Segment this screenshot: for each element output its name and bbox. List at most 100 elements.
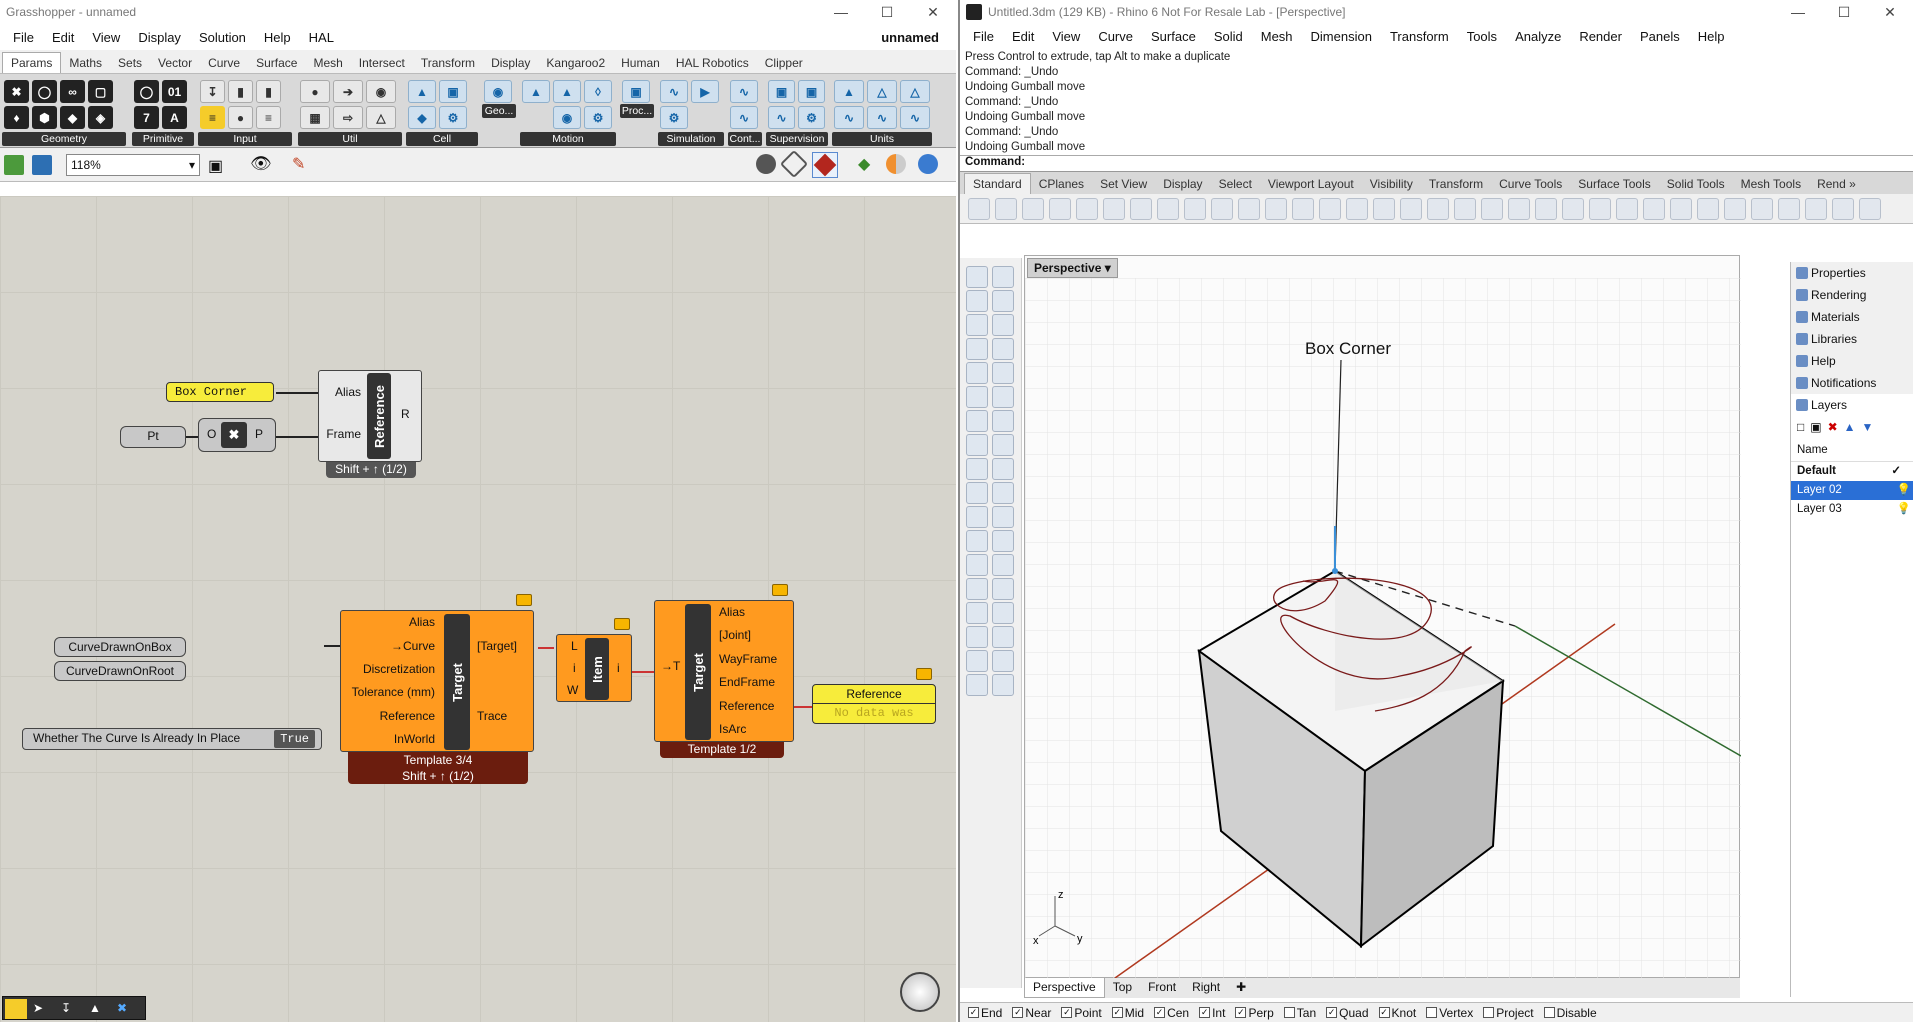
osnap-project[interactable]: Project — [1483, 1006, 1534, 1020]
maximize-icon[interactable]: ☐ — [1821, 0, 1867, 24]
grid-snap-icon[interactable] — [1481, 197, 1503, 220]
rh-menu-mesh[interactable]: Mesh — [1252, 29, 1302, 44]
tab-select[interactable]: Select — [1211, 174, 1260, 194]
analysis-icon[interactable] — [992, 602, 1014, 624]
tab-transform[interactable]: Transform — [1421, 174, 1491, 194]
sphere-c-icon[interactable] — [1697, 197, 1719, 220]
ref-output-r[interactable]: R — [401, 407, 410, 421]
widget-a-icon[interactable] — [5, 999, 27, 1019]
group-label[interactable]: Primitive — [132, 132, 194, 146]
list-item-component[interactable]: L i W Item i — [556, 634, 632, 702]
osnap-knot[interactable]: ✓ Knot — [1378, 1006, 1416, 1020]
text-icon[interactable]: A — [162, 106, 187, 129]
group-label[interactable]: Supervision — [766, 132, 828, 146]
select-arrow-icon[interactable] — [966, 266, 988, 288]
checkbox-icon[interactable]: ✓ — [1199, 1007, 1211, 1018]
motion-d-icon[interactable]: ◉ — [553, 106, 581, 129]
target2-output-endframe[interactable]: EndFrame — [719, 675, 775, 689]
units-e-icon[interactable]: ∿ — [867, 106, 897, 129]
ellipse-icon[interactable] — [992, 314, 1014, 336]
tab-cplanes[interactable]: CPlanes — [1031, 174, 1092, 194]
canvas-compass-icon[interactable] — [900, 972, 940, 1012]
material-icon[interactable] — [886, 154, 906, 174]
cylinder-icon[interactable] — [966, 434, 988, 456]
osnap-end[interactable]: ✓ End — [968, 1006, 1002, 1020]
undo-view-icon[interactable] — [1373, 197, 1395, 220]
zoom-dropdown[interactable]: 118% ▾ — [66, 154, 200, 176]
xy-output-p[interactable]: P — [255, 427, 263, 441]
bulb-icon[interactable] — [1535, 197, 1557, 220]
rotate-icon[interactable] — [992, 530, 1014, 552]
ref-input-alias[interactable]: Alias — [335, 385, 361, 399]
rectangle-icon[interactable] — [992, 338, 1014, 360]
perspective-viewport[interactable]: Perspective ▾ Box Corner z y x — [1024, 255, 1741, 979]
vtab-perspective[interactable]: Perspective — [1024, 978, 1105, 998]
tab-vector[interactable]: Vector — [150, 53, 200, 73]
undo-icon[interactable] — [1184, 197, 1206, 220]
osnap-perp[interactable]: ✓ Perp — [1235, 1006, 1274, 1020]
check-icon[interactable] — [992, 650, 1014, 672]
target-input-discretization[interactable]: Discretization — [363, 662, 435, 676]
polygon-icon[interactable] — [966, 362, 988, 384]
gh-doc-name[interactable]: unnamed — [872, 30, 948, 45]
bake-icon[interactable]: ◆ — [858, 154, 870, 174]
group-icon[interactable] — [992, 506, 1014, 528]
toggle-icon[interactable]: ▮ — [256, 80, 281, 103]
units-f-icon[interactable]: ∿ — [900, 106, 930, 129]
mesh-icon[interactable] — [992, 434, 1014, 456]
panel-libraries[interactable]: Libraries — [1791, 328, 1913, 350]
checkbox-icon[interactable] — [1543, 1007, 1555, 1018]
text-icon[interactable] — [966, 554, 988, 576]
tab-mesh[interactable]: Mesh — [305, 53, 350, 73]
print-icon[interactable] — [1049, 197, 1071, 220]
target-input-reference[interactable]: Reference — [380, 709, 435, 723]
rh-menu-render[interactable]: Render — [1570, 29, 1631, 44]
group-label[interactable]: Geometry — [2, 132, 126, 146]
zoom-window-icon[interactable] — [1292, 197, 1314, 220]
checkbox-icon[interactable]: ✓ — [1326, 1007, 1338, 1018]
target-input-alias[interactable]: Alias — [409, 615, 435, 629]
curve-drawn-on-root-param[interactable]: CurveDrawnOnRoot — [54, 661, 186, 681]
layer-visible-icon[interactable]: 💡 — [1897, 500, 1911, 519]
checkbox-icon[interactable]: ✓ — [1012, 1007, 1024, 1018]
close-icon[interactable]: ✕ — [1867, 0, 1913, 24]
target-input-curve[interactable]: →Curve — [391, 639, 435, 653]
sphere-a-icon[interactable] — [1643, 197, 1665, 220]
rh-menu-surface[interactable]: Surface — [1142, 29, 1205, 44]
panel-rendering[interactable]: Rendering — [1791, 284, 1913, 306]
tab-display[interactable]: Display — [483, 53, 538, 73]
zoom-selected-icon[interactable] — [1346, 197, 1368, 220]
gh-canvas[interactable]: Box Corner Pt O ✖ P Alias Frame Referenc… — [0, 196, 956, 1022]
osnap-point[interactable]: ✓ Point — [1061, 1006, 1102, 1020]
surface-icon[interactable] — [966, 386, 988, 408]
new-layer-icon[interactable]: □ — [1797, 420, 1804, 434]
open-icon[interactable] — [995, 197, 1017, 220]
osnap-vertex[interactable]: Vertex — [1426, 1006, 1473, 1020]
slider-icon[interactable]: ▮ — [228, 80, 253, 103]
tab-solid-tools[interactable]: Solid Tools — [1659, 174, 1733, 194]
toggle-value[interactable]: True — [274, 730, 315, 748]
tab-sets[interactable]: Sets — [110, 53, 150, 73]
widget-e-icon[interactable]: ✖ — [117, 1001, 127, 1015]
pan-icon[interactable] — [1211, 197, 1233, 220]
units-c-icon[interactable]: △ — [900, 80, 930, 103]
osnap-disable[interactable]: Disable — [1543, 1006, 1597, 1020]
curve-param-icon[interactable]: ∞ — [60, 80, 85, 103]
checkbox-icon[interactable]: ✓ — [1061, 1007, 1073, 1018]
boolean-icon[interactable]: ◯ — [134, 80, 159, 103]
target-component[interactable]: Alias →Curve Discretization Tolerance (m… — [340, 610, 534, 752]
xy-plane-component[interactable]: O ✖ P — [198, 418, 276, 452]
box-icon[interactable] — [966, 410, 988, 432]
target2-output-alias[interactable]: Alias — [719, 605, 745, 619]
drafting-icon[interactable] — [966, 650, 988, 672]
rh-menu-dimension[interactable]: Dimension — [1302, 29, 1381, 44]
point-param-icon[interactable]: ◈ — [88, 106, 113, 129]
group-label[interactable]: Input — [198, 132, 292, 146]
tab-visibility[interactable]: Visibility — [1362, 174, 1421, 194]
point-icon[interactable] — [1508, 197, 1530, 220]
motion-c-icon[interactable]: ◊ — [584, 80, 612, 103]
sphere-b-icon[interactable] — [1670, 197, 1692, 220]
four-view-icon[interactable] — [1400, 197, 1422, 220]
add-viewport-icon[interactable]: ✚ — [1228, 978, 1254, 998]
properties-icon[interactable] — [1076, 197, 1098, 220]
